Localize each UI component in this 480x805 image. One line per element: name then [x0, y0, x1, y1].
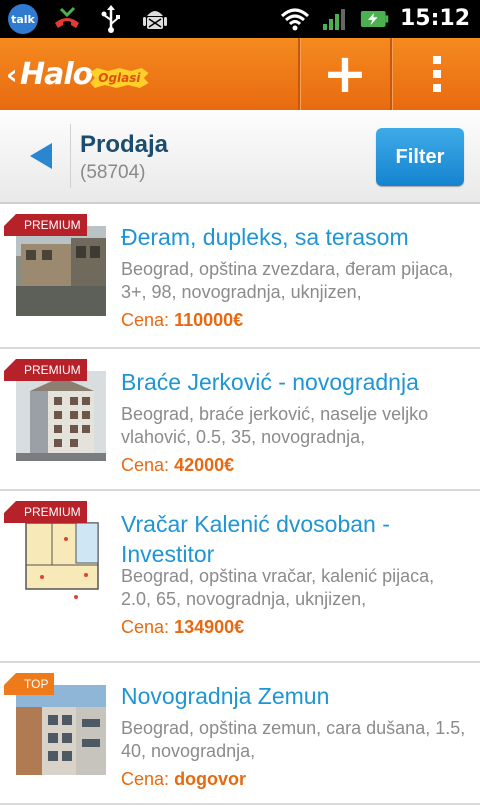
app-bar: ‹ Halo Oglasi + [0, 38, 480, 110]
listing-price: Cena: 110000€ [121, 310, 243, 331]
logo-main-text: Halo [20, 57, 93, 92]
listing-description: Beograd, opština zemun, cara dušana, 1.5… [121, 718, 466, 761]
plus-icon: + [322, 42, 368, 105]
more-vertical-icon [433, 56, 441, 92]
android-debug-icon [140, 4, 170, 34]
listing-count: (58704) [80, 162, 146, 183]
listing-price: Cena: dogovor [121, 769, 246, 790]
battery-charging-icon [360, 4, 390, 34]
category-title: Prodaja [80, 131, 169, 158]
top-badge: TOP [4, 673, 55, 695]
missed-call-icon [52, 4, 82, 34]
overflow-menu-button[interactable] [390, 38, 480, 110]
listing-list: PREMIUM Đeram, dupleks, sa terasom Beogr… [0, 204, 480, 805]
listing-title[interactable]: Novogradnja Zemun [121, 681, 466, 711]
listing-price: Cena: 42000€ [121, 455, 234, 476]
chevron-left-icon[interactable]: ‹ [6, 58, 18, 91]
price-label: Cena: [121, 455, 170, 475]
listing-description: Beograd, opština vračar, kalenić pijaca,… [121, 566, 435, 609]
price-value: 42000€ [174, 455, 235, 475]
talk-icon: talk [8, 4, 38, 34]
clock: 15:12 [399, 6, 470, 31]
listing-description: Beograd, braće jerković, naselje veljko … [121, 404, 429, 447]
price-label: Cena: [121, 617, 170, 637]
wifi-icon [280, 4, 310, 34]
signal-icon [320, 4, 350, 34]
price-label: Cena: [121, 310, 170, 330]
listing-thumbnail [16, 226, 106, 316]
status-bar: talk 15:12 [0, 0, 480, 38]
premium-badge: PREMIUM [4, 214, 87, 236]
filter-button[interactable]: Filter [376, 128, 464, 186]
listing-price: Cena: 134900€ [121, 617, 244, 638]
price-value: 134900€ [174, 617, 245, 637]
add-listing-button[interactable]: + [298, 38, 390, 110]
listing-thumbnail [16, 513, 106, 603]
listing-item[interactable]: PREMIUM Vračar Kalenić dvosoban - Invest… [0, 491, 480, 663]
halo-oglasi-logo[interactable]: Halo Oglasi [20, 56, 149, 92]
listing-description: Beograd, opština zvezdara, đeram pijaca,… [121, 259, 454, 302]
logo-sub-text: Oglasi [90, 68, 149, 88]
listing-title[interactable]: Braće Jerković - novogradnja [121, 367, 466, 397]
premium-badge: PREMIUM [4, 359, 87, 381]
listing-title[interactable]: Vračar Kalenić dvosoban - Investitor [121, 509, 466, 569]
category-header: Prodaja (58704) Filter [0, 110, 480, 204]
price-value: dogovor [174, 769, 247, 789]
back-arrow-icon[interactable] [30, 143, 52, 169]
listing-thumbnail [16, 685, 106, 775]
header-divider [70, 124, 71, 188]
price-label: Cena: [121, 769, 170, 789]
listing-thumbnail [16, 371, 106, 461]
usb-icon [96, 4, 126, 34]
listing-item[interactable]: PREMIUM Đeram, dupleks, sa terasom Beogr… [0, 204, 480, 349]
listing-item[interactable]: PREMIUM Braće Jerković - novogradnja Beo… [0, 349, 480, 491]
listing-item[interactable]: TOP Novogradnja Zemun Beograd, opština z… [0, 663, 480, 805]
price-value: 110000€ [174, 310, 244, 330]
premium-badge: PREMIUM [4, 501, 87, 523]
listing-title[interactable]: Đeram, dupleks, sa terasom [121, 222, 466, 252]
